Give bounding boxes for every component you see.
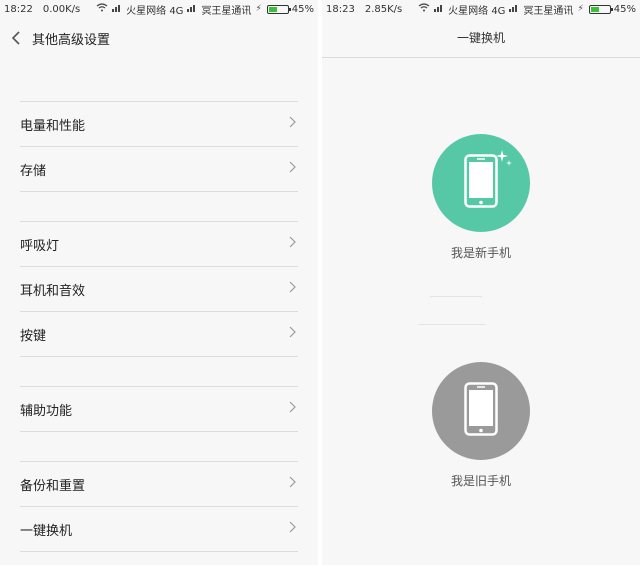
smartphone-icon	[464, 382, 498, 440]
chevron-right-icon	[289, 161, 296, 177]
new-phone-button[interactable]	[432, 134, 530, 232]
chevron-right-icon	[289, 281, 296, 297]
title-bar: 一键换机	[322, 18, 640, 58]
back-arrow-icon[interactable]	[0, 18, 32, 58]
settings-item-battery-performance[interactable]: 电量和性能	[20, 102, 298, 147]
charging-icon: ⚡	[577, 4, 583, 14]
group-divider	[20, 432, 298, 462]
chevron-right-icon	[289, 401, 296, 417]
phone-migration-screen: 18:23 2.85K/s 火星网络 4G 冥王星通讯 ⚡ 45% 一键换机 我…	[322, 0, 640, 565]
status-right: 火星网络 4G 冥王星通讯 ⚡ 45%	[96, 2, 314, 17]
status-time: 18:23	[326, 3, 355, 15]
title-bar: 其他高级设置	[0, 18, 318, 58]
status-network-speed: 0.00K/s	[42, 3, 81, 15]
old-phone-button[interactable]	[432, 362, 530, 460]
status-right: 火星网络 4G 冥王星通讯 ⚡ 45%	[418, 2, 636, 17]
status-battery-percent: 45%	[291, 3, 314, 15]
charging-icon: ⚡	[255, 4, 261, 14]
settings-item-label: 备份和重置	[20, 478, 86, 494]
status-carrier-1: 火星网络 4G	[126, 5, 184, 17]
settings-item-label: 按键	[20, 328, 47, 344]
chevron-right-icon	[289, 521, 296, 537]
settings-item-label: 耳机和音效	[20, 283, 86, 299]
settings-item-buttons[interactable]: 按键	[20, 312, 298, 357]
chevron-right-icon	[289, 476, 296, 492]
group-divider	[20, 192, 298, 222]
sparkle-icon	[496, 150, 512, 170]
settings-list: 电量和性能 存储 呼吸灯 耳机和音效 按键 辅助功能 备份和重置 一键换机	[0, 58, 318, 552]
battery-icon	[266, 4, 291, 14]
status-carrier-2: 冥王星通讯	[201, 5, 252, 17]
status-carrier-2: 冥王星通讯	[523, 5, 574, 17]
battery-icon	[588, 4, 613, 14]
settings-item-headphones-audio[interactable]: 耳机和音效	[20, 267, 298, 312]
settings-item-notification-light[interactable]: 呼吸灯	[20, 222, 298, 267]
group-divider	[20, 357, 298, 387]
settings-item-phone-migration[interactable]: 一键换机	[20, 507, 298, 552]
smartphone-icon	[464, 154, 498, 212]
status-time: 18:22	[4, 3, 33, 15]
signal-icon	[112, 3, 122, 15]
settings-item-accessibility[interactable]: 辅助功能	[20, 387, 298, 432]
status-battery-percent: 45%	[613, 3, 636, 15]
chevron-right-icon	[289, 116, 296, 132]
separator-line	[418, 324, 486, 325]
settings-item-label: 呼吸灯	[20, 238, 60, 254]
chevron-right-icon	[289, 236, 296, 252]
signal-icon	[187, 3, 197, 15]
signal-icon	[434, 3, 444, 15]
battery-fill	[268, 6, 277, 12]
old-phone-label: 我是旧手机	[450, 474, 511, 488]
settings-item-label: 电量和性能	[20, 118, 86, 134]
advanced-settings-screen: 18:22 0.00K/s 火星网络 4G 冥王星通讯 ⚡ 45% 其他高级设置	[0, 0, 318, 565]
wifi-icon	[96, 3, 108, 15]
separator-line	[430, 296, 482, 297]
settings-item-label: 辅助功能	[20, 403, 73, 419]
old-phone-option[interactable]: 我是旧手机	[322, 362, 640, 489]
new-phone-label: 我是新手机	[450, 246, 511, 260]
new-phone-option[interactable]: 我是新手机	[322, 134, 640, 261]
status-carrier-1: 火星网络 4G	[448, 5, 506, 17]
status-bar: 18:23 2.85K/s 火星网络 4G 冥王星通讯 ⚡ 45%	[322, 0, 640, 18]
settings-item-label: 存储	[20, 163, 47, 179]
battery-fill	[590, 6, 599, 12]
signal-icon	[509, 3, 519, 15]
status-bar: 18:22 0.00K/s 火星网络 4G 冥王星通讯 ⚡ 45%	[0, 0, 318, 18]
status-network-speed: 2.85K/s	[364, 3, 403, 15]
chevron-right-icon	[289, 326, 296, 342]
page-title: 其他高级设置	[32, 32, 111, 48]
wifi-icon	[418, 3, 430, 15]
settings-item-storage[interactable]: 存储	[20, 147, 298, 192]
group-divider	[20, 58, 298, 102]
page-title: 一键换机	[456, 31, 505, 45]
settings-item-label: 一键换机	[20, 523, 73, 539]
settings-item-backup-reset[interactable]: 备份和重置	[20, 462, 298, 507]
